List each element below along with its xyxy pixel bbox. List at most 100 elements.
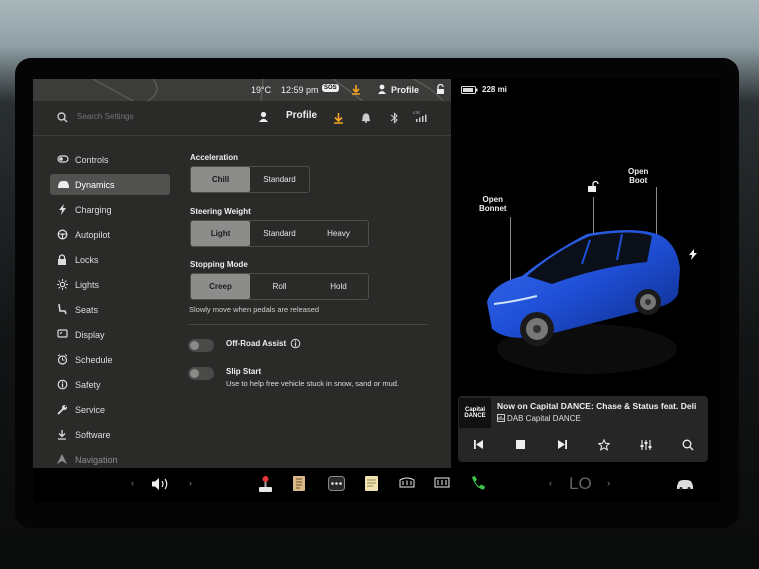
status-profile[interactable]: Profile — [391, 85, 419, 95]
sidebar-item-label: Locks — [75, 255, 99, 265]
search-input[interactable] — [75, 111, 229, 122]
steering-option-standard[interactable]: Standard — [250, 221, 309, 246]
sidebar-item-controls[interactable]: Controls — [50, 149, 170, 170]
person-icon — [378, 84, 386, 94]
car-model-image — [487, 230, 680, 374]
steering-wheel-icon — [57, 229, 68, 240]
sidebar-item-seats[interactable]: Seats — [50, 299, 170, 320]
section-divider — [189, 324, 427, 325]
sidebar-item-label: Safety — [75, 380, 101, 390]
sidebar-item-label: Seats — [75, 305, 99, 315]
sidebar-item-lights[interactable]: Lights — [50, 274, 170, 295]
station-name: DAB Capital DANCE — [507, 414, 581, 423]
sidebar-item-label: Navigation — [75, 455, 118, 465]
volume-icon[interactable] — [151, 477, 171, 491]
climate-temp[interactable]: LO — [569, 474, 592, 494]
media-player: Capital DANCE Now on Capital DANCE: Chase… — [458, 396, 708, 462]
phone-icon[interactable] — [470, 475, 485, 491]
favorite-star-icon[interactable] — [598, 439, 610, 451]
next-track-icon[interactable] — [557, 439, 568, 450]
search-icon[interactable] — [682, 439, 694, 451]
previous-track-icon[interactable] — [473, 439, 484, 450]
sidebar-item-label: Dynamics — [75, 180, 115, 190]
stopping-option-hold[interactable]: Hold — [309, 274, 368, 299]
sidebar-item-dynamics[interactable]: Dynamics — [50, 174, 170, 195]
acceleration-option-chill[interactable]: Chill — [191, 167, 250, 192]
temp-up-arrow-icon[interactable]: › — [607, 478, 610, 488]
sidebar-item-software[interactable]: Software — [50, 424, 170, 445]
sidebar-item-schedule[interactable]: Schedule — [50, 349, 170, 370]
off-road-assist-label: Off-Road Assist — [226, 339, 287, 348]
rear-defrost-icon[interactable] — [399, 477, 415, 490]
front-defrost-icon[interactable] — [434, 477, 450, 490]
steering-weight-label: Steering Weight — [190, 207, 251, 216]
slip-start-toggle[interactable] — [188, 367, 214, 380]
download-icon[interactable] — [333, 112, 344, 124]
car-icon[interactable] — [676, 478, 694, 490]
clock: 12:59 pm — [281, 85, 319, 95]
lock-icon[interactable] — [435, 84, 445, 95]
off-road-assist-toggle[interactable] — [188, 339, 214, 352]
stopping-option-roll[interactable]: Roll — [250, 274, 309, 299]
outside-temp: 19°C — [251, 85, 272, 95]
download-icon — [58, 430, 66, 440]
sidebar-item-label: Software — [75, 430, 111, 440]
notes-app-icon[interactable] — [364, 475, 379, 492]
slip-start-description: Use to help free vehicle stuck in snow, … — [226, 379, 400, 388]
toybox-joystick-icon[interactable] — [258, 475, 273, 493]
bluetooth-icon[interactable] — [390, 112, 399, 124]
volume-up-arrow-icon[interactable]: › — [189, 478, 192, 488]
sidebar-item-label: Controls — [75, 155, 109, 165]
manual-book-icon[interactable] — [292, 475, 306, 492]
download-icon[interactable] — [351, 84, 361, 95]
sidebar-item-charging[interactable]: Charging — [50, 199, 170, 220]
person-icon — [259, 111, 268, 122]
status-bar: 19°C 12:59 pm SOS Profile — [33, 79, 451, 101]
unlock-icon[interactable] — [587, 181, 599, 193]
seat-icon — [58, 304, 67, 315]
info-icon[interactable] — [290, 338, 301, 349]
clock-icon — [57, 354, 68, 365]
acceleration-label: Acceleration — [190, 153, 239, 162]
stopping-mode-selector: Creep Roll Hold — [190, 273, 369, 300]
sidebar-item-label: Service — [75, 405, 106, 415]
sidebar-item-autopilot[interactable]: Autopilot — [50, 224, 170, 245]
sidebar-item-navigation[interactable]: Navigation — [50, 449, 170, 470]
bell-icon[interactable] — [361, 112, 371, 124]
open-boot-line2: Boot — [629, 176, 648, 185]
profile-button[interactable]: Profile — [286, 110, 317, 121]
lock-icon — [58, 254, 66, 265]
info-icon — [57, 379, 68, 390]
display-icon — [57, 329, 68, 338]
settings-panel: 19°C 12:59 pm SOS Profile Profile LTE Co… — [33, 79, 455, 470]
navigation-icon — [57, 454, 67, 464]
volume-down-arrow-icon[interactable]: ‹ — [131, 478, 134, 488]
album-art[interactable]: Capital DANCE — [459, 398, 491, 428]
dab-radio-icon — [497, 414, 505, 422]
stop-icon[interactable] — [515, 439, 526, 450]
open-boot-button[interactable]: Open Boot — [628, 167, 648, 185]
temp-down-arrow-icon[interactable]: ‹ — [549, 478, 552, 488]
search-icon — [57, 112, 68, 123]
steering-option-light[interactable]: Light — [191, 221, 250, 246]
wrench-icon — [57, 405, 67, 415]
svg-text:LTE: LTE — [413, 110, 420, 115]
sidebar-item-service[interactable]: Service — [50, 399, 170, 420]
more-apps-icon[interactable] — [328, 476, 345, 491]
sidebar-item-display[interactable]: Display — [50, 324, 170, 345]
sidebar-item-label: Charging — [75, 205, 112, 215]
acceleration-option-standard[interactable]: Standard — [250, 167, 309, 192]
open-boot-line1: Open — [628, 167, 649, 176]
open-bonnet-button[interactable]: Open Bonnet — [479, 195, 507, 213]
car-panel: 228 mi Open Bonnet Open Boot Capital DAN… — [452, 79, 720, 468]
track-title: Now on Capital DANCE: Chase & Status fea… — [497, 401, 697, 411]
equalizer-icon[interactable] — [640, 439, 652, 451]
stopping-option-creep[interactable]: Creep — [191, 274, 250, 299]
sidebar-item-label: Autopilot — [75, 230, 111, 240]
steering-weight-selector: Light Standard Heavy — [190, 220, 369, 247]
steering-option-heavy[interactable]: Heavy — [309, 221, 368, 246]
sidebar-item-safety[interactable]: Safety — [50, 374, 170, 395]
sidebar-item-locks[interactable]: Locks — [50, 249, 170, 270]
sos-badge[interactable]: SOS — [322, 84, 339, 92]
open-bonnet-line2: Bonnet — [479, 204, 507, 213]
